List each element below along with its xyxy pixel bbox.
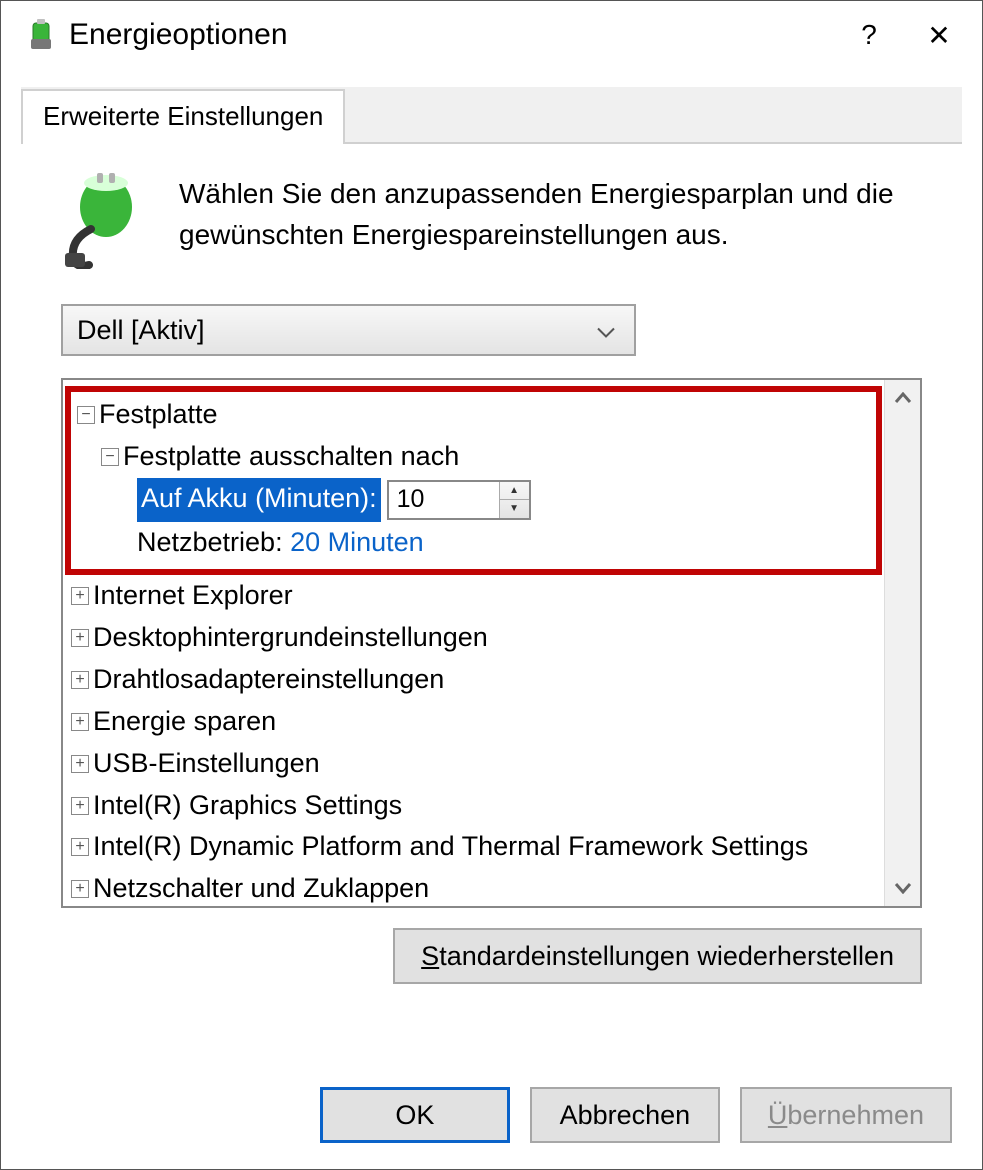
expand-icon[interactable]: +: [71, 838, 89, 856]
tree-label: USB-Einstellungen: [93, 743, 320, 785]
apply-button[interactable]: Übernehmen: [740, 1087, 952, 1143]
restore-row: Standardeinstellungen wiederherstellen: [61, 928, 922, 984]
titlebar: Energieoptionen ? ✕: [1, 1, 982, 69]
tree-label: Drahtlosadaptereinstellungen: [93, 659, 444, 701]
setting-label: Netzbetrieb:: [137, 522, 283, 564]
setting-plugged-in[interactable]: Netzbetrieb: 20 Minuten: [75, 522, 872, 564]
expand-icon[interactable]: +: [71, 713, 89, 731]
expand-icon[interactable]: +: [71, 671, 89, 689]
scroll-down-icon[interactable]: [885, 870, 920, 906]
tree-label: Intel(R) Graphics Settings: [93, 785, 402, 827]
tree-label: Energie sparen: [93, 701, 276, 743]
help-button[interactable]: ?: [834, 10, 904, 60]
tree-label: Internet Explorer: [93, 575, 293, 617]
tree-item[interactable]: + Internet Explorer: [63, 575, 884, 617]
tree-item-ausschalten-nach[interactable]: − Festplatte ausschalten nach: [75, 436, 872, 478]
tabstrip: Erweiterte Einstellungen: [21, 87, 962, 144]
tree-label: Intel(R) Dynamic Platform and Thermal Fr…: [93, 826, 808, 868]
expand-icon[interactable]: +: [71, 587, 89, 605]
setting-value-link[interactable]: 20 Minuten: [290, 522, 424, 564]
restore-defaults-button[interactable]: Standardeinstellungen wiederherstellen: [393, 928, 922, 984]
expand-icon[interactable]: +: [71, 629, 89, 647]
collapse-icon[interactable]: −: [101, 448, 119, 466]
collapse-icon[interactable]: −: [77, 406, 95, 424]
close-button[interactable]: ✕: [904, 10, 974, 60]
vertical-scrollbar[interactable]: [884, 380, 920, 906]
tree-label: Desktophintergrundeinstellungen: [93, 617, 488, 659]
battery-icon: [21, 15, 61, 55]
tab-advanced-settings[interactable]: Erweiterte Einstellungen: [21, 89, 345, 144]
tree-label: Festplatte ausschalten nach: [123, 436, 459, 478]
setting-label-selected: Auf Akku (Minuten):: [137, 478, 381, 522]
power-plan-select[interactable]: Dell [Aktiv]: [61, 304, 636, 356]
expand-icon[interactable]: +: [71, 880, 89, 898]
dialog-footer: OK Abbrechen Übernehmen: [1, 1067, 982, 1169]
tree-item[interactable]: + Drahtlosadaptereinstellungen: [63, 659, 884, 701]
tree-item[interactable]: + Intel(R) Graphics Settings: [63, 785, 884, 827]
minutes-input[interactable]: [389, 482, 499, 518]
expand-icon[interactable]: +: [71, 755, 89, 773]
tree-item[interactable]: + Desktophintergrundeinstellungen: [63, 617, 884, 659]
power-plan-selected: Dell [Aktiv]: [77, 315, 205, 346]
spinner-up-icon[interactable]: ▲: [500, 482, 529, 501]
scroll-up-icon[interactable]: [885, 380, 920, 416]
minutes-spinner[interactable]: ▲ ▼: [387, 480, 531, 520]
intro-text: Wählen Sie den anzupassenden Energiespar…: [179, 174, 922, 255]
expand-icon[interactable]: +: [71, 797, 89, 815]
chevron-down-icon: [596, 315, 616, 346]
power-options-dialog: Energieoptionen ? ✕ Erweiterte Einstellu…: [0, 0, 983, 1170]
setting-on-battery[interactable]: Auf Akku (Minuten): ▲ ▼: [75, 478, 872, 522]
intro: Wählen Sie den anzupassenden Energiespar…: [61, 174, 922, 264]
tree-item[interactable]: + Netzschalter und Zuklappen: [63, 868, 884, 906]
tree-item-festplatte[interactable]: − Festplatte: [75, 394, 872, 436]
battery-plug-icon: [61, 174, 151, 264]
cancel-button[interactable]: Abbrechen: [530, 1087, 720, 1143]
content-area: Wählen Sie den anzupassenden Energiespar…: [1, 144, 982, 1067]
ok-button[interactable]: OK: [320, 1087, 510, 1143]
settings-tree[interactable]: − Festplatte − Festplatte ausschalten na…: [63, 380, 884, 906]
tree-label: Festplatte: [99, 394, 218, 436]
tree-label: Netzschalter und Zuklappen: [93, 868, 429, 906]
tree-item[interactable]: + Energie sparen: [63, 701, 884, 743]
spinner-down-icon[interactable]: ▼: [500, 500, 529, 518]
window-title: Energieoptionen: [69, 18, 834, 52]
settings-tree-container: − Festplatte − Festplatte ausschalten na…: [61, 378, 922, 908]
highlight-box: − Festplatte − Festplatte ausschalten na…: [65, 386, 882, 575]
tree-item[interactable]: + USB-Einstellungen: [63, 743, 884, 785]
tree-item[interactable]: + Intel(R) Dynamic Platform and Thermal …: [63, 826, 884, 868]
